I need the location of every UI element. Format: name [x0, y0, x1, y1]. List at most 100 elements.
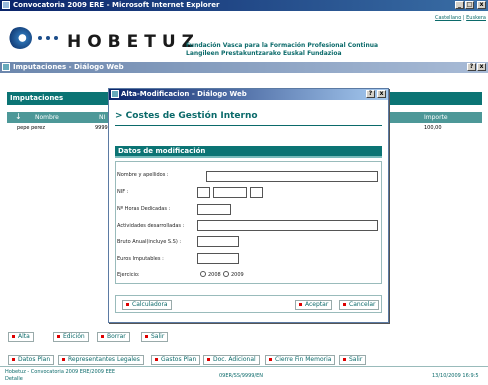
alta-button[interactable]: Alta	[8, 332, 34, 342]
column-ni[interactable]: NI	[99, 114, 105, 121]
horas-field[interactable]	[197, 204, 231, 215]
cancelar-button[interactable]: Cancelar	[339, 300, 380, 310]
doc-adicional-button[interactable]: Doc. Adicional	[203, 355, 260, 365]
aceptar-button[interactable]: Aceptar	[295, 300, 333, 310]
euskera-link[interactable]: Euskera	[466, 15, 486, 21]
bruto-label: Bruto Anual(incluye S.S) :	[117, 239, 182, 245]
bullet-icon	[101, 335, 104, 338]
bottom-salir-button[interactable]: Salir	[339, 355, 367, 365]
tagline-eu: Langileen Prestakuntzarako Euskal Fundaz…	[186, 50, 342, 57]
imputaciones-close-button[interactable]: x	[477, 63, 486, 71]
nif-letter-field[interactable]	[250, 187, 263, 198]
datos-section-bar: Datos de modificación	[115, 146, 382, 158]
logo-dot-icon	[54, 36, 58, 40]
edicion-label: Edición	[63, 333, 85, 340]
edicion-button[interactable]: Edición	[53, 332, 89, 342]
alta-help-button[interactable]: ?	[366, 90, 375, 98]
ejercicio-label: Ejercicio:	[117, 272, 140, 278]
actividades-label: Actividades desarrolladas :	[117, 223, 185, 229]
ejercicio-2008-radio[interactable]	[200, 271, 206, 277]
bullet-icon	[299, 303, 302, 306]
doc-adicional-label: Doc. Adicional	[213, 356, 256, 363]
close-button[interactable]: x	[477, 1, 486, 9]
logo-swirl-icon	[8, 27, 32, 49]
bullet-icon	[62, 358, 65, 361]
minimize-button[interactable]: _	[455, 1, 464, 9]
bruto-field[interactable]	[197, 236, 239, 247]
bullet-icon	[343, 358, 346, 361]
datos-plan-button[interactable]: Datos Plan	[8, 355, 55, 365]
nif-label: NIF :	[117, 189, 129, 195]
alta-heading: > Costes de Gestión Interno	[115, 111, 258, 121]
salir-button[interactable]: Salir	[141, 332, 169, 342]
cierre-button[interactable]: Cierre Fin Memoria	[265, 355, 336, 365]
column-importe[interactable]: Importe	[424, 114, 448, 121]
row-ni: 9999	[95, 125, 108, 131]
alta-dialog: Alta-Modificacion - Diálogo Web ? x > Co…	[108, 88, 389, 323]
alta-title: Alta-Modificacion - Diálogo Web	[121, 90, 247, 98]
nif-number-field[interactable]	[213, 187, 247, 198]
language-links: Castellano | Euskera	[435, 15, 486, 21]
gastos-plan-button[interactable]: Gastos Plan	[151, 355, 201, 365]
status-line1: Hobetuz - Convocatoria 2009 ERE/2009 EEE	[5, 369, 116, 375]
ejercicio-2008-label: 2008	[208, 272, 221, 278]
status-code: 09ER/SS/9999/EN	[219, 373, 264, 379]
ie-app-icon	[2, 1, 10, 9]
euros-label: Euros Imputables :	[117, 256, 164, 262]
euros-field[interactable]	[197, 253, 239, 264]
ejercicio-2009-label: 2009	[231, 272, 244, 278]
ie-window-title: Convocatoria 2009 ERE - Microsoft Intern…	[13, 1, 220, 9]
datos-section-title: Datos de modificación	[118, 147, 206, 155]
bottom-salir-label: Salir	[349, 356, 363, 363]
bullet-icon	[126, 303, 129, 306]
borrar-label: Borrar	[107, 333, 126, 340]
maximize-button[interactable]: □	[465, 1, 474, 9]
imputaciones-title-bar: Imputaciones - Diálogo Web ? x	[0, 62, 488, 73]
alta-label: Alta	[18, 333, 30, 340]
site-header: Castellano | Euskera HOBETUZ Fundación V…	[0, 11, 488, 61]
heading-underline	[115, 125, 382, 126]
logo-mark	[8, 23, 63, 53]
lang-separator: |	[462, 15, 465, 21]
bullet-icon	[145, 335, 148, 338]
representantes-label: Representantes Legales	[68, 356, 140, 363]
alta-title-bar: Alta-Modificacion - Diálogo Web ? x	[109, 89, 388, 100]
alta-close-button[interactable]: x	[377, 90, 386, 98]
actividades-field[interactable]	[197, 220, 378, 231]
dialog-icon	[2, 63, 10, 71]
imputaciones-title: Imputaciones - Diálogo Web	[13, 63, 124, 71]
bullet-icon	[269, 358, 272, 361]
datos-plan-label: Datos Plan	[18, 356, 51, 363]
borrar-button[interactable]: Borrar	[97, 332, 130, 342]
row-importe: 100,00	[424, 125, 442, 131]
salir-label: Salir	[151, 333, 165, 340]
status-line2: Detalle	[5, 376, 23, 382]
nombre-label: Nombre y apellidos :	[117, 172, 169, 178]
ejercicio-2009-radio[interactable]	[223, 271, 229, 277]
representantes-button[interactable]: Representantes Legales	[58, 355, 144, 365]
calculadora-button[interactable]: Calculadora	[122, 300, 172, 310]
bullet-icon	[12, 335, 15, 338]
horas-label: Nº Horas Dedicadas :	[117, 206, 171, 212]
dialog-icon	[111, 90, 119, 98]
bullet-icon	[155, 358, 158, 361]
imputaciones-section-title: Imputaciones	[10, 94, 64, 102]
status-bar: Hobetuz - Convocatoria 2009 ERE/2009 EEE…	[0, 366, 488, 385]
logo-dot-icon	[46, 36, 50, 40]
tagline-es: Fundación Vasca para la Formación Profes…	[186, 42, 379, 49]
cierre-label: Cierre Fin Memoria	[275, 356, 332, 363]
imputaciones-help-button[interactable]: ?	[467, 63, 476, 71]
form-panel: Nombre y apellidos : NIF : Nº Horas Dedi…	[115, 161, 382, 284]
status-datetime: 13/10/2009 16:9:5	[432, 373, 479, 379]
bullet-icon	[12, 358, 15, 361]
logo-dot-icon	[38, 36, 42, 40]
calculadora-label: Calculadora	[132, 301, 168, 308]
cancelar-label: Cancelar	[349, 301, 376, 308]
ie-title-bar: Convocatoria 2009 ERE - Microsoft Intern…	[0, 0, 488, 11]
sort-arrow-icon[interactable]: ↓	[15, 112, 22, 121]
bullet-icon	[57, 335, 60, 338]
column-nombre[interactable]: Nombre	[35, 114, 59, 121]
castellano-link[interactable]: Castellano	[435, 15, 461, 21]
nif-prefix-field[interactable]	[197, 187, 210, 198]
nombre-field[interactable]	[206, 171, 378, 182]
